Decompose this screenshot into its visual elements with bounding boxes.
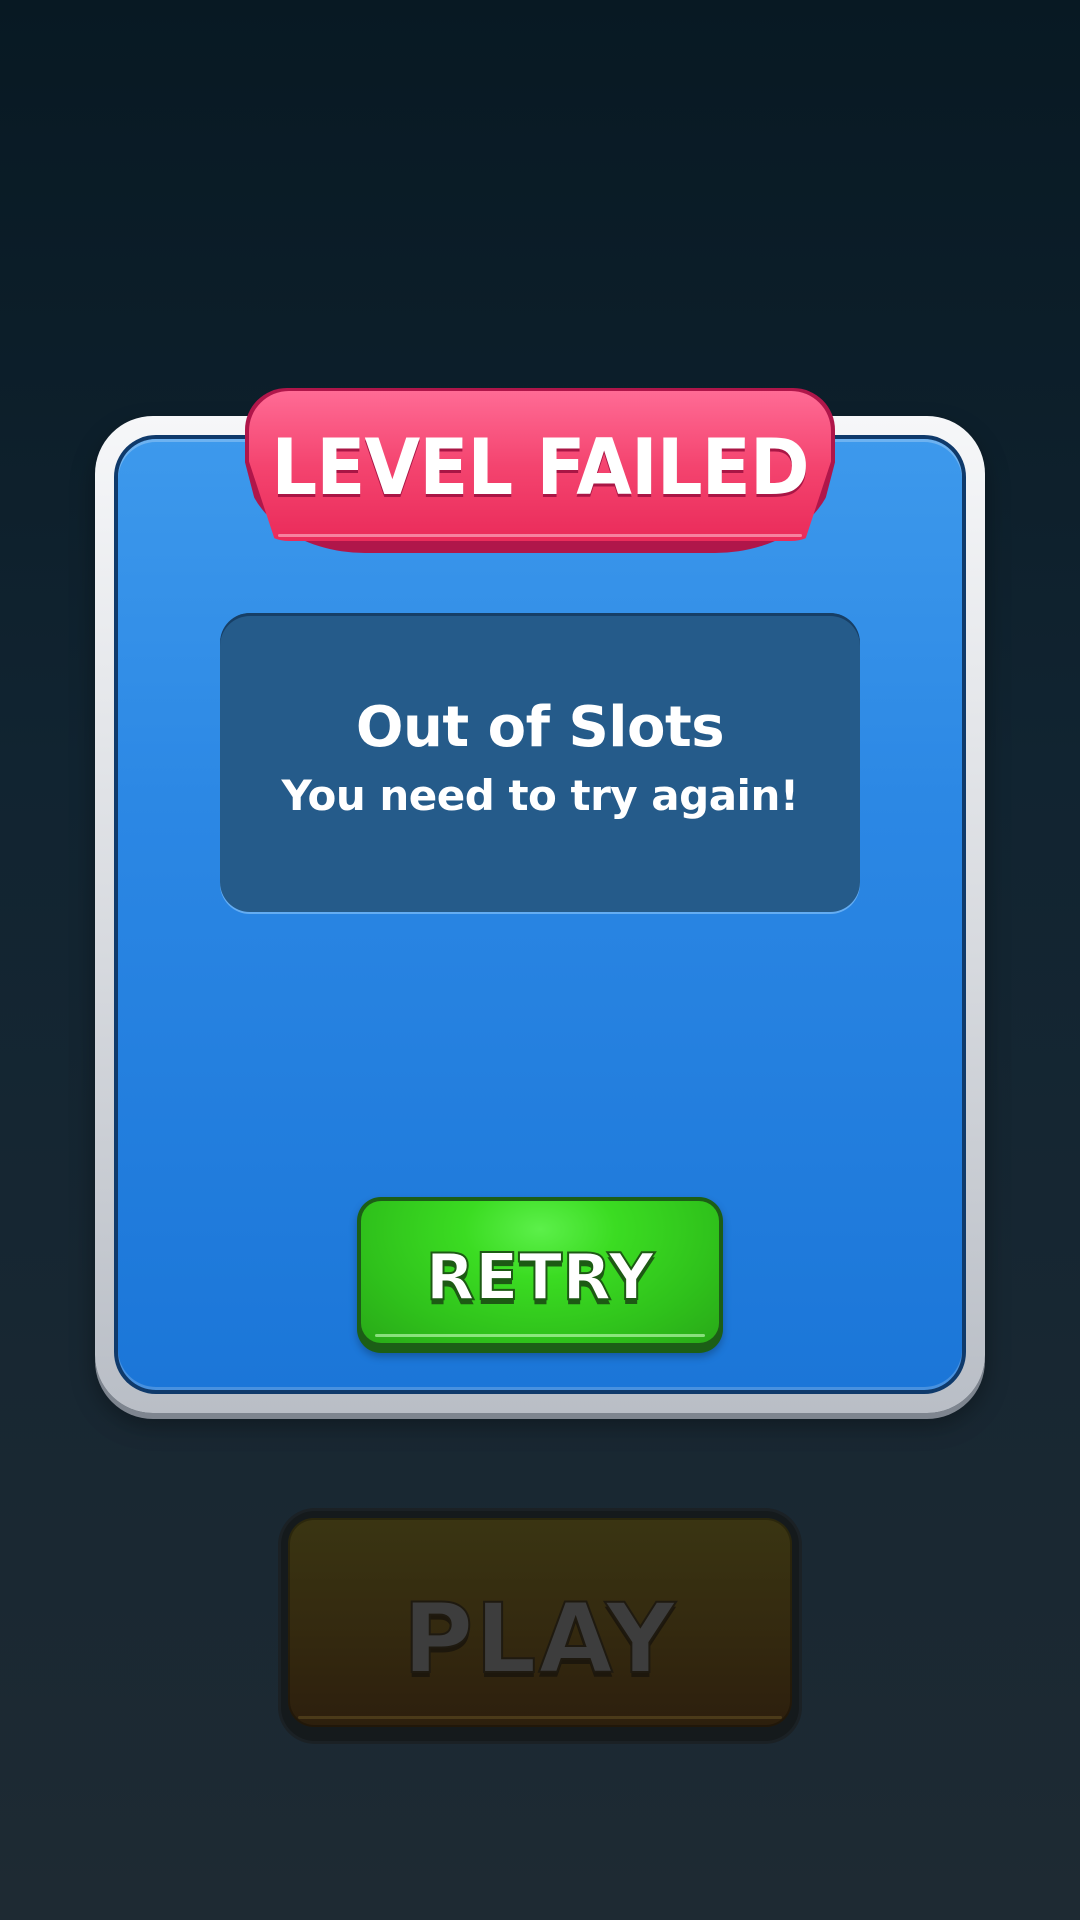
retry-button-face: RETRY bbox=[361, 1201, 719, 1343]
play-button-face: PLAY bbox=[288, 1518, 792, 1727]
dialog-title: LEVEL FAILED bbox=[271, 421, 809, 513]
message-title: Out of Slots bbox=[355, 695, 725, 760]
retry-button[interactable]: RETRY bbox=[357, 1197, 723, 1353]
message-subtitle: You need to try again! bbox=[281, 771, 799, 820]
retry-button-label: RETRY bbox=[425, 1240, 656, 1316]
message-box: Out of Slots You need to try again! bbox=[220, 613, 860, 912]
play-button[interactable]: PLAY bbox=[281, 1511, 799, 1741]
play-button-label: PLAY bbox=[402, 1582, 678, 1696]
